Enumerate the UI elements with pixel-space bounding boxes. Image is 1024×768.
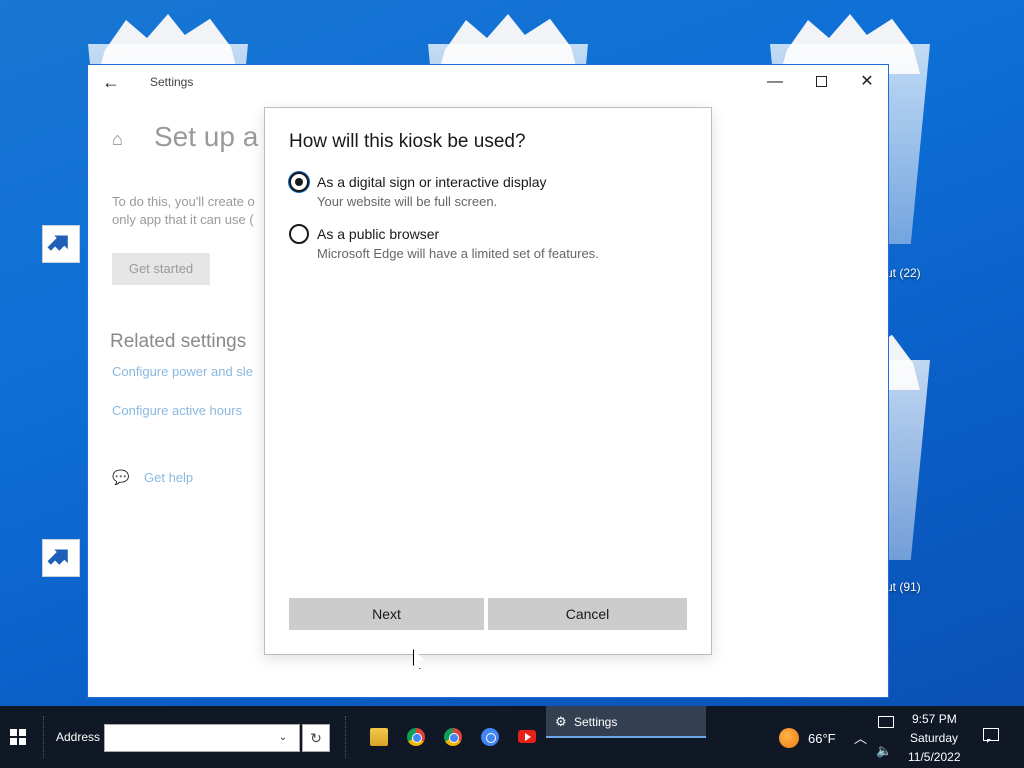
windows-logo-icon xyxy=(10,729,26,745)
home-icon[interactable]: ⌂ xyxy=(112,129,132,149)
window-title: Settings xyxy=(150,75,194,89)
help-chat-icon: 💬 xyxy=(112,469,130,485)
address-toolbar-label: Address xyxy=(56,730,101,744)
weather-sun-icon[interactable] xyxy=(779,728,799,748)
taskbar: Address ⌄ ↻ ⚙ Settings 66°F ︿ 🔈 9:57 PM … xyxy=(0,706,1024,768)
shortcut-icon[interactable] xyxy=(42,225,80,263)
shortcut-icon[interactable] xyxy=(42,539,80,577)
desktop-item-label: ut (91) xyxy=(886,580,921,594)
chevron-down-icon[interactable]: ⌄ xyxy=(276,730,290,746)
address-input[interactable] xyxy=(104,724,300,752)
related-settings-heading: Related settings xyxy=(110,331,247,352)
weather-temperature[interactable]: 66°F xyxy=(808,731,836,746)
taskbar-separator xyxy=(43,716,45,758)
close-button[interactable]: ✕ xyxy=(844,65,890,99)
option-label: As a public browser xyxy=(317,226,440,242)
clock-time[interactable]: 9:57 PM xyxy=(912,712,957,726)
desktop-item-label: ut (22) xyxy=(886,266,921,280)
minimize-button[interactable]: — xyxy=(752,65,798,99)
start-button[interactable] xyxy=(0,706,36,768)
taskbar-separator xyxy=(345,716,347,758)
title-bar[interactable]: ← Settings — ✕ xyxy=(88,65,888,99)
option-digital-sign[interactable]: As a digital sign or interactive display… xyxy=(289,171,689,215)
file-explorer-icon[interactable] xyxy=(370,728,388,746)
description-line: only app that it can use ( xyxy=(112,212,254,227)
option-description: Your website will be full screen. xyxy=(317,194,498,209)
page-description: To do this, you'll create o only app tha… xyxy=(112,193,264,229)
cancel-button[interactable]: Cancel xyxy=(488,598,687,630)
taskbar-settings-task[interactable]: ⚙ Settings xyxy=(546,706,706,738)
get-started-button[interactable]: Get started xyxy=(112,253,210,285)
maximize-icon xyxy=(815,76,827,88)
notifications-icon[interactable] xyxy=(983,728,999,743)
dialog-title: How will this kiosk be used? xyxy=(289,131,526,152)
description-line: To do this, you'll create o xyxy=(112,194,255,209)
option-label: As a digital sign or interactive display xyxy=(317,174,547,190)
gear-icon: ⚙ xyxy=(555,714,567,729)
kiosk-setup-dialog: How will this kiosk be used? As a digita… xyxy=(264,107,712,655)
option-public-browser[interactable]: As a public browser Microsoft Edge will … xyxy=(289,223,689,267)
task-label: Settings xyxy=(574,715,618,729)
chromium-icon[interactable] xyxy=(481,728,499,746)
radio-public-browser[interactable] xyxy=(289,224,309,244)
back-arrow-icon[interactable]: ← xyxy=(102,71,124,93)
network-icon[interactable] xyxy=(878,716,894,728)
page-title: Set up a k xyxy=(154,121,281,152)
radio-digital-sign[interactable] xyxy=(289,172,309,192)
volume-icon[interactable]: 🔈 xyxy=(876,743,892,759)
next-button[interactable]: Next xyxy=(289,598,484,630)
tray-chevron-up-icon[interactable]: ︿ xyxy=(854,728,867,747)
chrome-canary-icon[interactable] xyxy=(444,728,462,746)
clock-date[interactable]: 11/5/2022 xyxy=(908,750,961,764)
configure-power-link[interactable]: Configure power and sle xyxy=(112,364,264,379)
maximize-button[interactable] xyxy=(798,65,844,99)
youtube-icon[interactable] xyxy=(518,730,536,743)
clock-day[interactable]: Saturday xyxy=(910,731,958,745)
option-description: Microsoft Edge will have a limited set o… xyxy=(317,246,599,261)
configure-active-hours-link[interactable]: Configure active hours xyxy=(112,403,242,418)
chrome-icon[interactable] xyxy=(407,728,425,746)
refresh-button[interactable]: ↻ xyxy=(302,724,330,752)
get-help-link[interactable]: Get help xyxy=(144,470,193,485)
